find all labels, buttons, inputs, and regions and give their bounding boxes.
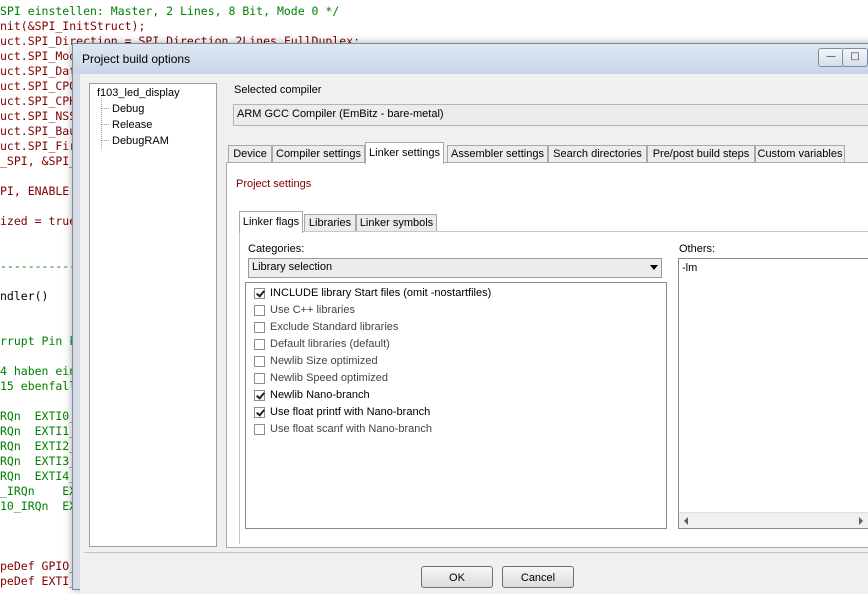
- tab-assembler-settings[interactable]: Assembler settings: [447, 145, 548, 163]
- checked-checkbox[interactable]: [254, 407, 265, 418]
- option-label: Use float printf with Nano-branch: [270, 406, 431, 418]
- build-target-tree[interactable]: f103_led_display Debug Release DebugRAM: [89, 83, 217, 547]
- categories-select-value: Library selection: [252, 261, 333, 273]
- checked-checkbox[interactable]: [254, 288, 265, 299]
- code-line: 10_IRQn EX: [0, 499, 77, 513]
- options-list: INCLUDE library Start files (omit -nosta…: [245, 282, 667, 529]
- linker-settings-panel: Project settings Linker flags Libraries …: [226, 162, 868, 548]
- maximize-button[interactable]: □: [842, 48, 868, 67]
- tree-connector: [101, 108, 109, 109]
- code-line: RQn EXTI3_: [0, 454, 77, 468]
- tree-connector: [101, 140, 109, 141]
- compiler-select[interactable]: ARM GCC Compiler (EmBitz - bare-metal): [233, 104, 868, 126]
- code-line: RQn EXTI1_: [0, 424, 77, 438]
- horizontal-scrollbar[interactable]: [679, 512, 868, 528]
- code-line: SPI einstellen: Master, 2 Lines, 8 Bit, …: [0, 4, 340, 18]
- categories-label: Categories:: [248, 243, 305, 255]
- code-line: uct.SPI_Dat: [0, 64, 77, 78]
- option-label: Use float scanf with Nano-branch: [270, 423, 433, 435]
- unchecked-checkbox[interactable]: [254, 373, 265, 384]
- code-line: ndler(): [0, 289, 49, 303]
- code-line: uct.SPI_Bau: [0, 124, 77, 138]
- code-line: uct.SPI_Mod: [0, 49, 77, 63]
- linker-flags-panel: Categories: Library selection INCLUDE li…: [239, 231, 868, 544]
- others-value: -lm: [682, 262, 698, 274]
- code-line: _IRQn EX: [0, 484, 77, 498]
- tree-connector: [101, 124, 109, 125]
- settings-tabs: Device Compiler settings Linker settings…: [228, 142, 868, 164]
- code-line: uct.SPI_CPO: [0, 79, 77, 93]
- tab-pre-post-build-steps[interactable]: Pre/post build steps: [647, 145, 755, 163]
- cancel-button[interactable]: Cancel: [502, 566, 574, 588]
- code-line: RQn EXTI2_: [0, 439, 77, 453]
- dialog-title: Project build options: [82, 52, 191, 66]
- subtab-linker-symbols[interactable]: Linker symbols: [356, 214, 437, 232]
- tab-device[interactable]: Device: [228, 145, 272, 163]
- option-label: Default libraries (default): [270, 338, 390, 350]
- unchecked-checkbox[interactable]: [254, 322, 265, 333]
- subtab-libraries[interactable]: Libraries: [304, 214, 356, 232]
- option-label: Newlib Speed optimized: [270, 372, 389, 384]
- code-line: uct.SPI_CPH: [0, 94, 77, 108]
- minimize-button[interactable]: —: [818, 48, 844, 67]
- tab-custom-variables[interactable]: Custom variables: [755, 145, 845, 163]
- tab-compiler-settings[interactable]: Compiler settings: [272, 145, 365, 163]
- option-label: INCLUDE library Start files (omit -nosta…: [270, 287, 492, 299]
- code-line: peDef EXTI_: [0, 574, 77, 588]
- tree-root-project[interactable]: f103_led_display: [97, 87, 180, 99]
- unchecked-checkbox[interactable]: [254, 356, 265, 367]
- code-line: PI, ENABLE: [0, 184, 70, 198]
- unchecked-checkbox[interactable]: [254, 305, 265, 316]
- ok-button[interactable]: OK: [421, 566, 493, 588]
- code-line: uct.SPI_Fir: [0, 139, 77, 153]
- scroll-right-icon[interactable]: [859, 517, 863, 525]
- categories-select[interactable]: Library selection: [248, 258, 662, 278]
- unchecked-checkbox[interactable]: [254, 339, 265, 350]
- option-label: Newlib Size optimized: [270, 355, 378, 367]
- option-label: Exclude Standard libraries: [270, 321, 399, 333]
- others-label: Others:: [679, 243, 716, 255]
- code-line: uct.SPI_NSS: [0, 109, 77, 123]
- unchecked-checkbox[interactable]: [254, 424, 265, 435]
- tab-search-directories[interactable]: Search directories: [548, 145, 647, 163]
- code-line: peDef GPIO_: [0, 559, 77, 573]
- code-line: ized = true: [0, 214, 77, 228]
- code-line: 15 ebenfall: [0, 379, 77, 393]
- chevron-down-icon[interactable]: [650, 265, 658, 270]
- linker-subtabs: Linker flags Libraries Linker symbols: [239, 211, 539, 233]
- project-settings-label: Project settings: [236, 178, 312, 190]
- subtab-linker-flags[interactable]: Linker flags: [239, 211, 303, 233]
- tree-item-release[interactable]: Release: [112, 119, 152, 131]
- project-build-options-dialog: Project build options — □ f103_led_displ…: [72, 43, 868, 594]
- checked-checkbox[interactable]: [254, 390, 265, 401]
- compiler-select-value: ARM GCC Compiler (EmBitz - bare-metal): [237, 108, 444, 120]
- code-line: nit(&SPI_InitStruct);: [0, 19, 146, 33]
- footer-divider: [84, 552, 868, 553]
- code-line: _SPI, &SPI_: [0, 154, 77, 168]
- tree-item-debug[interactable]: Debug: [112, 103, 144, 115]
- code-line: 4 haben ein: [0, 364, 77, 378]
- code-line: rrupt Pin k: [0, 334, 77, 348]
- build-options-pane: Selected compiler ARM GCC Compiler (EmBi…: [226, 74, 868, 548]
- others-textarea[interactable]: -lm: [678, 258, 868, 529]
- tab-linker-settings[interactable]: Linker settings: [365, 142, 444, 164]
- option-label: Use C++ libraries: [270, 304, 355, 316]
- option-label: Newlib Nano-branch: [270, 389, 370, 401]
- code-line: RQn EXTI0_: [0, 409, 77, 423]
- dialog-client: f103_led_display Debug Release DebugRAM …: [80, 74, 868, 594]
- tree-item-debugram[interactable]: DebugRAM: [112, 135, 169, 147]
- code-line: RQn EXTI4_: [0, 469, 77, 483]
- scroll-left-icon[interactable]: [684, 517, 688, 525]
- selected-compiler-label: Selected compiler: [234, 84, 322, 96]
- dialog-titlebar[interactable]: Project build options — □: [73, 44, 868, 74]
- code-line: -----------: [0, 259, 77, 273]
